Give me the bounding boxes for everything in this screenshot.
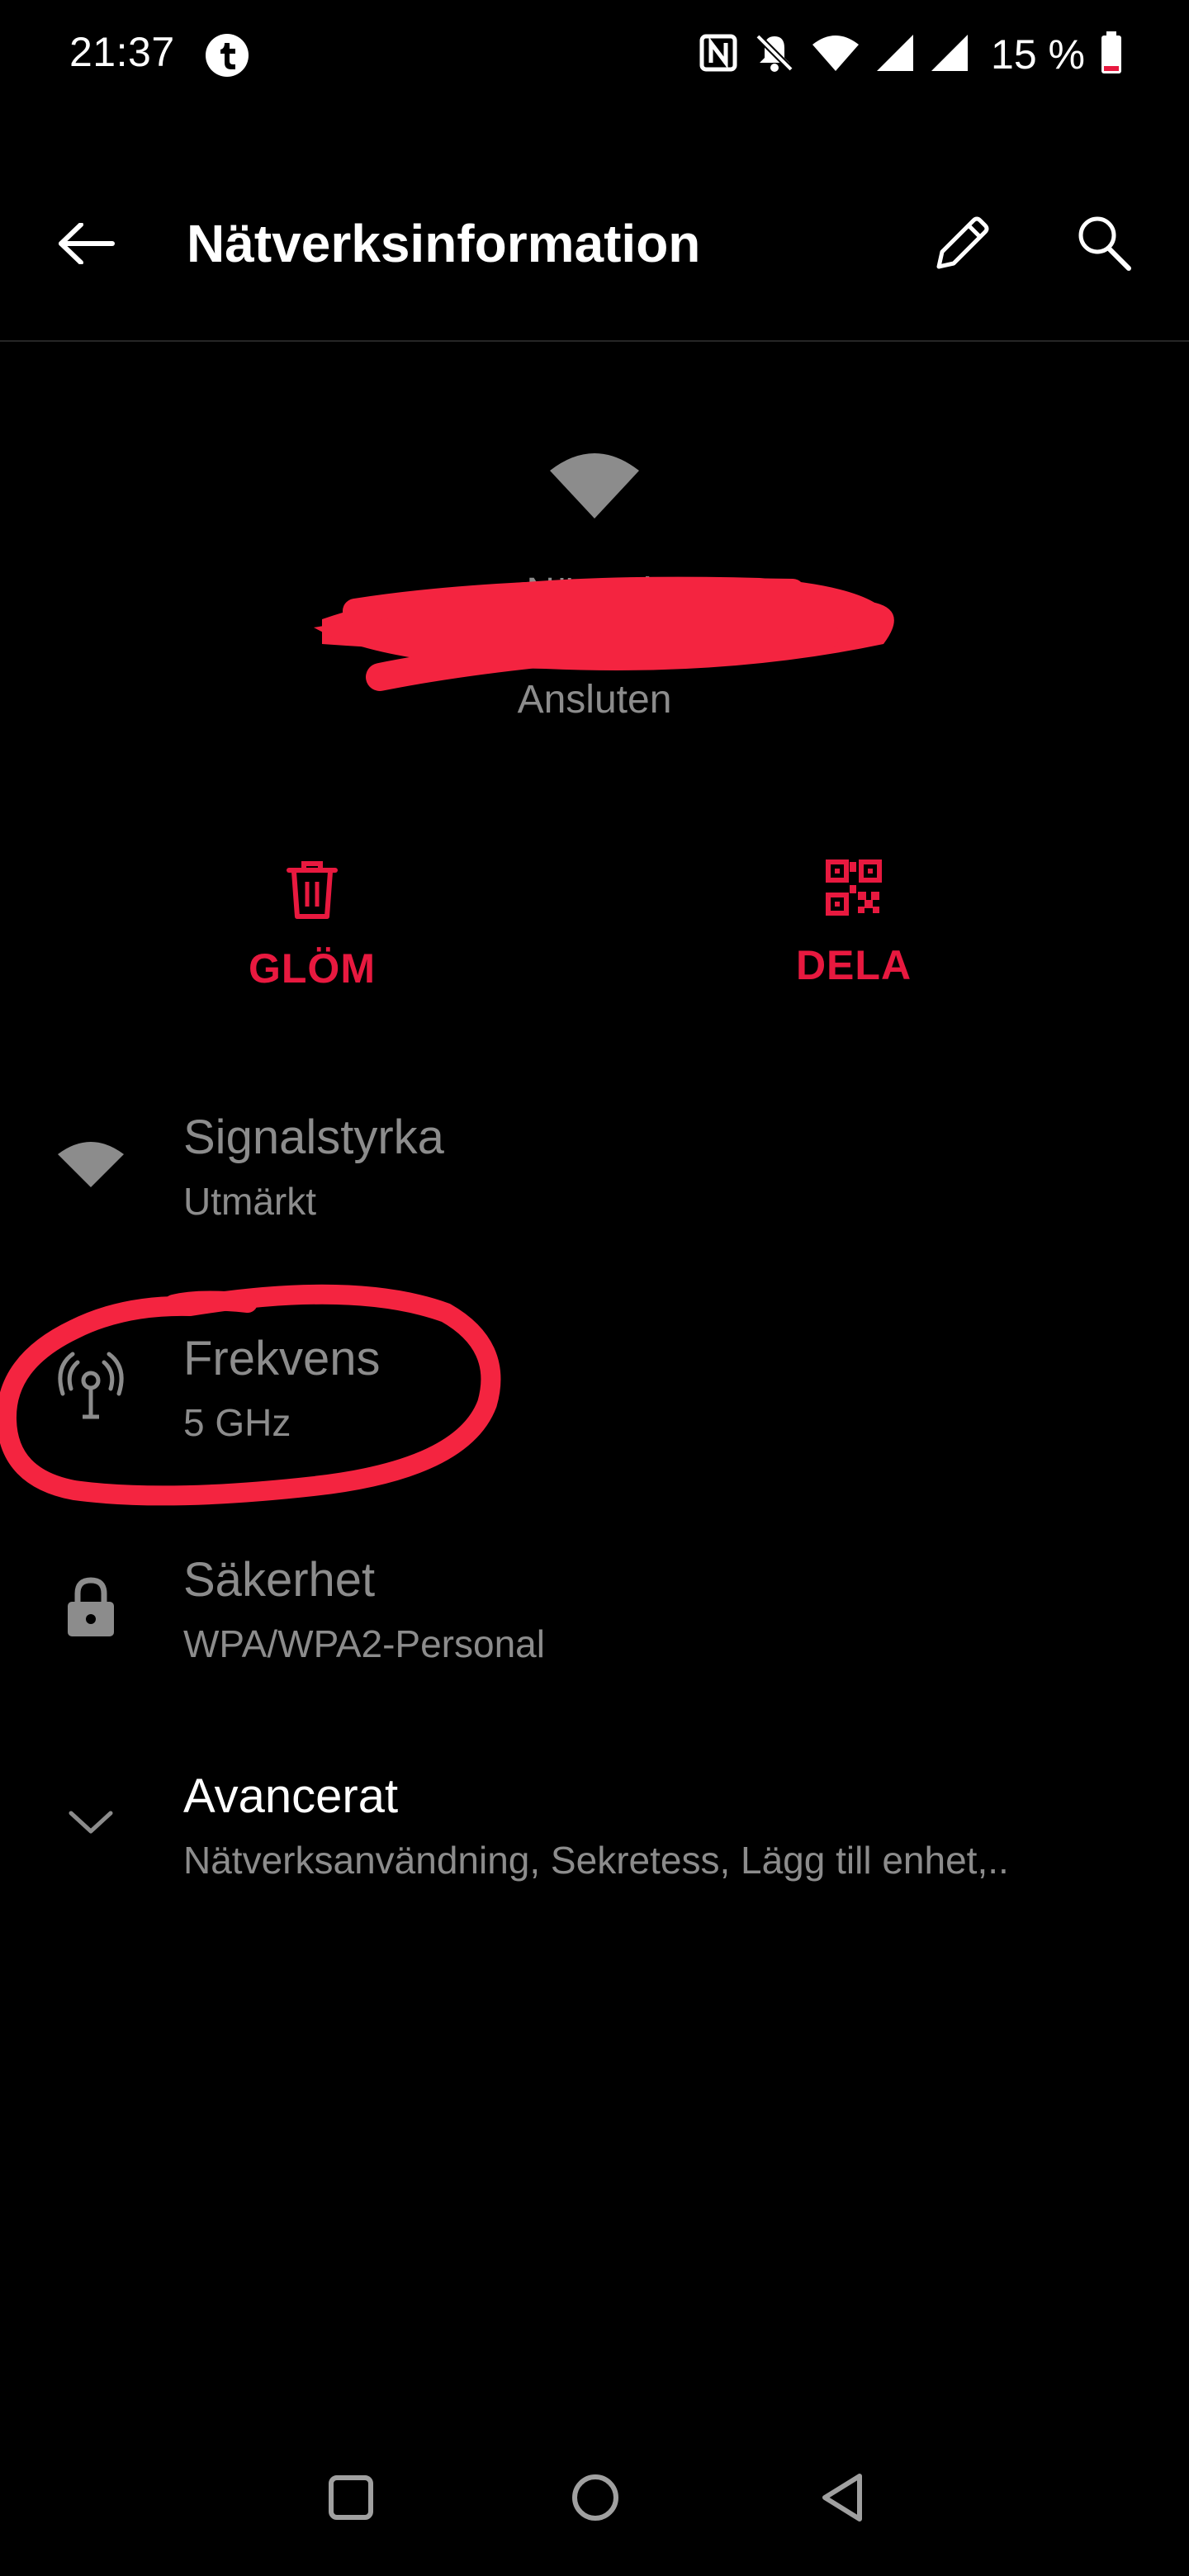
battery-percent: 15 % [991, 31, 1085, 78]
qr-code-icon [826, 859, 882, 916]
advanced-summary: Nätverksanvändning, Sekretess, Lägg till… [183, 1839, 1009, 1882]
t-notification-icon [205, 33, 249, 78]
search-button[interactable] [1067, 206, 1141, 281]
edit-button[interactable] [925, 206, 999, 281]
share-label: DELA [795, 942, 912, 988]
lock-icon [50, 1565, 132, 1648]
home-circle-icon [572, 2474, 618, 2521]
recents-square-icon [329, 2475, 373, 2520]
back-button[interactable] [50, 206, 124, 281]
status-time: 21:37 [69, 29, 175, 75]
back-nav-button[interactable] [806, 2460, 880, 2535]
security-title: Säkerhet [183, 1553, 376, 1607]
page-title: Nätverksinformation [187, 214, 701, 273]
signal-strength-row[interactable]: Signalstyrka Utmärkt [0, 1098, 1189, 1263]
wifi-icon [50, 1123, 132, 1205]
forget-label: GLÖM [249, 945, 376, 992]
arrow-left-icon [59, 223, 115, 264]
chevron-down-icon [50, 1780, 132, 1863]
signal-strength-value: Utmärkt [183, 1180, 316, 1223]
nfc-icon [699, 33, 738, 77]
search-icon [1078, 216, 1131, 271]
battery-low-icon [1100, 31, 1123, 78]
recents-button[interactable] [314, 2460, 388, 2535]
status-icons: 15 % [699, 28, 1123, 81]
signal-strength-title: Signalstyrka [183, 1110, 444, 1164]
trash-icon [287, 861, 338, 919]
home-button[interactable] [558, 2460, 632, 2535]
bell-muted-icon [753, 31, 796, 78]
forget-button[interactable]: GLÖM [205, 859, 419, 992]
redaction-scribble [297, 553, 925, 735]
advanced-row[interactable]: Avancerat Nätverksanvändning, Sekretess,… [0, 1757, 1189, 1922]
advanced-title: Avancerat [183, 1769, 399, 1823]
back-triangle-icon [822, 2474, 862, 2522]
app-bar-divider [0, 340, 1189, 342]
wifi-icon [548, 452, 641, 519]
pencil-icon [936, 216, 989, 269]
signal-icon [875, 33, 915, 77]
share-button[interactable]: DELA [746, 859, 961, 989]
signal-icon [930, 33, 969, 77]
security-row[interactable]: Säkerhet WPA/WPA2-Personal [0, 1541, 1189, 1706]
security-value: WPA/WPA2-Personal [183, 1622, 545, 1665]
annotation-circle [0, 1255, 512, 1519]
wifi-icon [811, 33, 860, 77]
